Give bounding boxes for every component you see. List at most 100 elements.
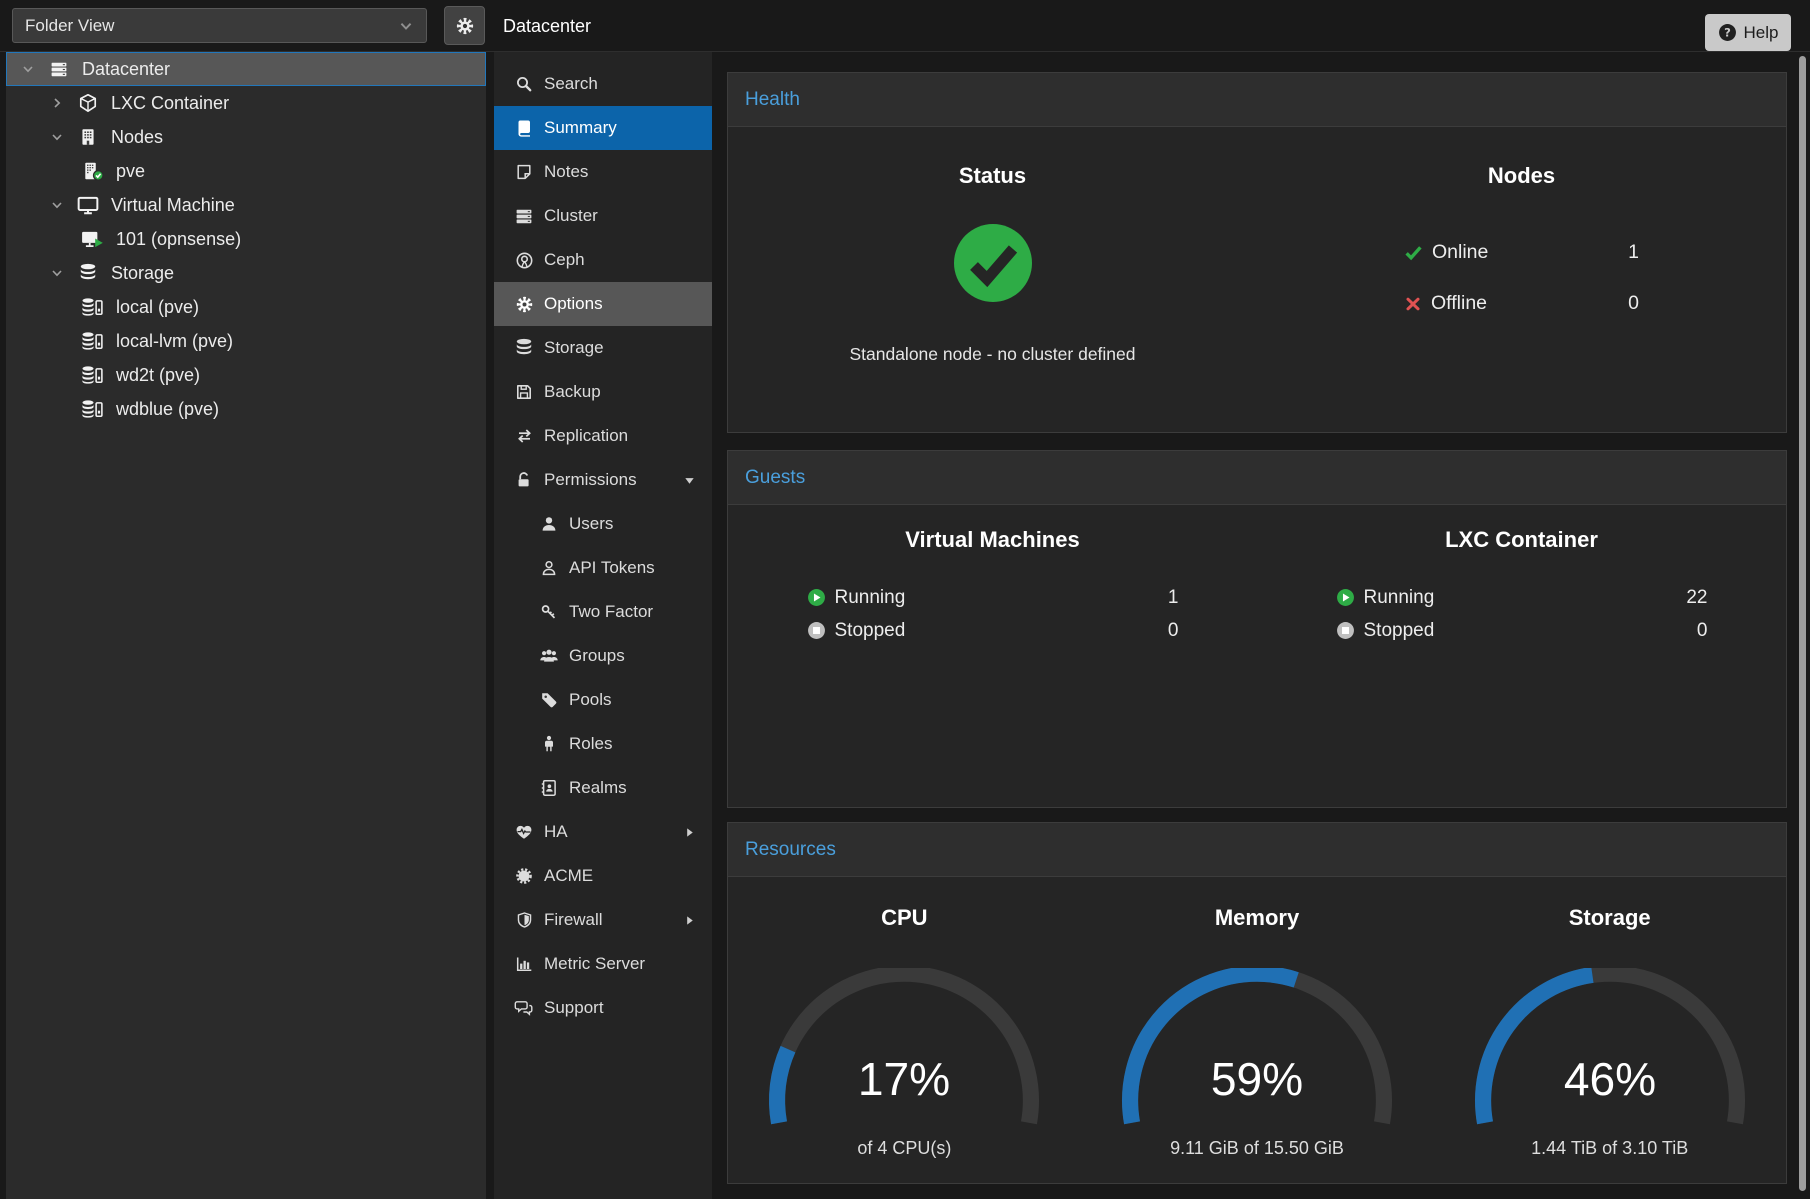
- menu-item-replication[interactable]: Replication: [494, 414, 712, 458]
- chevron-down-icon: [398, 18, 414, 34]
- guests-column-heading: LXC Container: [1445, 527, 1598, 553]
- tree-item-virtual-machine[interactable]: Virtual Machine: [6, 188, 486, 222]
- tree-item-storage[interactable]: Storage: [6, 256, 486, 290]
- guest-status-row-stopped: Stopped0: [1336, 614, 1708, 647]
- resource-tree: Datacenter LXC ContainerNodes pve Virtual M…: [6, 52, 486, 1199]
- tree-item-nodes[interactable]: Nodes: [6, 120, 486, 154]
- cube-icon: [72, 93, 104, 113]
- tree-item-wdblue-pve[interactable]: wdblue (pve): [6, 392, 486, 426]
- menu-item-two-factor[interactable]: Two Factor: [494, 590, 712, 634]
- status-label: Online: [1432, 241, 1488, 264]
- menu-item-options[interactable]: Options: [494, 282, 712, 326]
- menu-item-notes[interactable]: Notes: [494, 150, 712, 194]
- svg-text:?: ?: [1724, 26, 1731, 40]
- menu-item-groups[interactable]: Groups: [494, 634, 712, 678]
- menu-item-label: API Tokens: [569, 558, 655, 578]
- tree-item-local-lvm-pve[interactable]: local-lvm (pve): [6, 324, 486, 358]
- help-button[interactable]: ? Help: [1705, 14, 1791, 51]
- guests-column-virtual-machines: Virtual Machines Running1Stopped0: [728, 505, 1257, 647]
- database-icon: [512, 338, 536, 358]
- svg-text:46%: 46%: [1563, 1053, 1655, 1105]
- menu-item-label: Users: [569, 514, 613, 534]
- status-message: Standalone node - no cluster defined: [849, 344, 1135, 365]
- guests-panel-title: Guests: [728, 451, 1786, 505]
- menu-item-roles[interactable]: Roles: [494, 722, 712, 766]
- menu-item-firewall[interactable]: Firewall: [494, 898, 712, 942]
- gear-icon: [512, 295, 536, 314]
- gauge-caption: 1.44 TiB of 3.10 TiB: [1531, 1138, 1688, 1159]
- cross-icon: [1404, 295, 1422, 313]
- storage-entry-icon: [77, 331, 109, 351]
- menu-item-search[interactable]: Search: [494, 62, 712, 106]
- server-stack-icon: [512, 207, 536, 226]
- panel-splitter[interactable]: [486, 52, 494, 1199]
- caret-down-icon: [683, 474, 696, 487]
- floppy-icon: [512, 383, 536, 401]
- menu-item-realms[interactable]: Realms: [494, 766, 712, 810]
- tree-item-101-opnsense[interactable]: 101 (opnsense): [6, 222, 486, 256]
- tree-item-wd2t-pve[interactable]: wd2t (pve): [6, 358, 486, 392]
- tree-item-lxc-container[interactable]: LXC Container: [6, 86, 486, 120]
- vm-running-icon: [77, 229, 109, 249]
- book-icon: [512, 119, 536, 137]
- menu-item-label: Summary: [544, 118, 617, 138]
- menu-item-summary[interactable]: Summary: [494, 106, 712, 150]
- guests-column-lxc-container: LXC ContainerRunning22Stopped0: [1257, 505, 1786, 647]
- menu-item-support[interactable]: Support: [494, 986, 712, 1030]
- menu-item-acme[interactable]: ACME: [494, 854, 712, 898]
- storage-entry-icon: [77, 365, 109, 385]
- content-area: Health Status Standalone node - no clust…: [712, 52, 1810, 1199]
- menu-item-label: Storage: [544, 338, 604, 358]
- building-icon: [72, 127, 104, 147]
- menu-item-label: Realms: [569, 778, 627, 798]
- guests-column-heading: Virtual Machines: [905, 527, 1079, 553]
- nav-menu: Search Summary NotesClusterCeph Options Stor…: [494, 52, 712, 1199]
- tree-item-datacenter[interactable]: Datacenter: [6, 52, 486, 86]
- address-book-icon: [537, 779, 561, 797]
- menu-item-ha[interactable]: HA: [494, 810, 712, 854]
- menu-item-cluster[interactable]: Cluster: [494, 194, 712, 238]
- status-label: Offline: [1431, 292, 1487, 315]
- menu-item-label: Options: [544, 294, 603, 314]
- health-panel-title: Health: [728, 73, 1786, 127]
- vertical-scrollbar-thumb[interactable]: [1799, 56, 1806, 1191]
- seal-icon: [512, 867, 536, 885]
- menu-item-label: HA: [544, 822, 568, 842]
- menu-item-label: Replication: [544, 426, 628, 446]
- tree-item-label: Datacenter: [82, 59, 170, 80]
- guest-status-row-stopped: Stopped0: [807, 614, 1179, 647]
- gauge-caption: 9.11 GiB of 15.50 GiB: [1170, 1138, 1344, 1159]
- tree-item-local-pve[interactable]: local (pve): [6, 290, 486, 324]
- chevron-down-icon: [48, 198, 72, 212]
- menu-item-metric-server[interactable]: Metric Server: [494, 942, 712, 986]
- menu-item-backup[interactable]: Backup: [494, 370, 712, 414]
- status-label: Running: [1364, 587, 1435, 609]
- heartbeat-icon: [512, 823, 536, 841]
- menu-item-ceph[interactable]: Ceph: [494, 238, 712, 282]
- status-count: 0: [1628, 292, 1639, 315]
- tag-icon: [537, 691, 561, 709]
- chevron-right-icon: [48, 96, 72, 110]
- gauge-title: Memory: [1215, 905, 1299, 931]
- storage-entry-icon: [77, 297, 109, 317]
- menu-item-permissions[interactable]: Permissions: [494, 458, 712, 502]
- menu-item-storage[interactable]: Storage: [494, 326, 712, 370]
- menu-item-pools[interactable]: Pools: [494, 678, 712, 722]
- monitor-icon: [72, 195, 104, 215]
- menu-item-label: Groups: [569, 646, 625, 666]
- tree-settings-button[interactable]: [444, 6, 485, 45]
- node-online-icon: [77, 161, 109, 181]
- tree-item-label: Storage: [111, 263, 174, 284]
- menu-item-label: Search: [544, 74, 598, 94]
- user-icon: [537, 515, 561, 533]
- stopped-icon: [807, 621, 826, 640]
- menu-item-api-tokens[interactable]: API Tokens: [494, 546, 712, 590]
- resources-panel-title: Resources: [728, 823, 1786, 877]
- tree-item-label: pve: [116, 161, 145, 182]
- view-selector-combo[interactable]: Folder View: [12, 8, 427, 43]
- help-label: Help: [1744, 23, 1779, 43]
- guest-status-row-running: Running1: [807, 581, 1179, 614]
- tree-item-pve[interactable]: pve: [6, 154, 486, 188]
- menu-item-users[interactable]: Users: [494, 502, 712, 546]
- server-stack-icon: [43, 60, 75, 79]
